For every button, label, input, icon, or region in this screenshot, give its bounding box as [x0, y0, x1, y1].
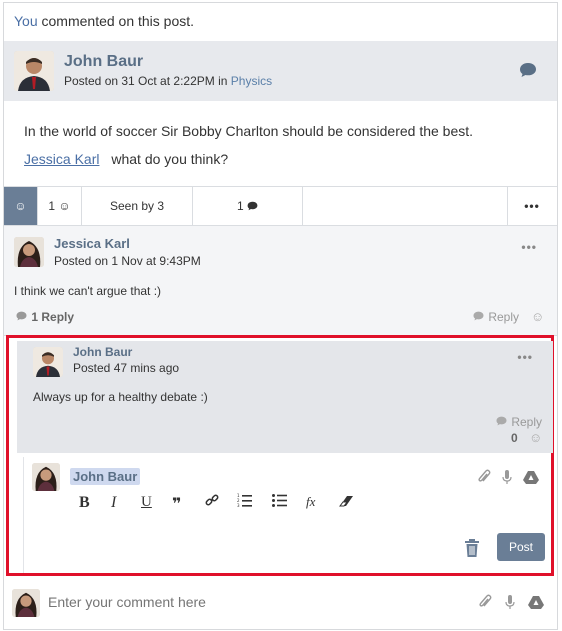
- post-header: John Baur Posted on 31 Oct at 2:22PM in …: [4, 41, 557, 101]
- link-icon: [205, 494, 219, 506]
- comment-john-reply: John Baur Posted 47 mins ago ••• Always …: [17, 341, 553, 453]
- post-timestamp: Posted on 31 Oct at 2:22PM: [64, 74, 215, 88]
- react-smile-icon[interactable]: ☺: [531, 309, 544, 324]
- reaction-count-value: 0: [511, 431, 518, 445]
- smile-icon: ☺: [14, 199, 27, 213]
- seen-by-label: Seen by 3: [109, 199, 165, 213]
- react-button[interactable]: ☺: [4, 187, 38, 225]
- quote-icon: ❞: [172, 496, 182, 513]
- reply-author-name[interactable]: John Baur: [73, 345, 132, 359]
- reply-button-2[interactable]: Reply: [495, 415, 542, 429]
- john-baur-avatar[interactable]: [14, 51, 54, 91]
- reply-more-button[interactable]: •••: [517, 350, 533, 364]
- post-actions-bar: ☺ 1 ☺ Seen by 3 1 •••: [4, 186, 557, 226]
- reply-count-label: Reply: [41, 310, 75, 324]
- eraser-icon: [339, 496, 353, 507]
- post-body-mention-line: Jessica Karl what do you think?: [24, 151, 228, 167]
- mention-link[interactable]: Jessica Karl: [24, 151, 99, 167]
- google-drive-icon[interactable]: [528, 595, 544, 609]
- reply-text: Always up for a healthy debate :): [33, 390, 208, 404]
- notice-text: commented on this post.: [37, 13, 195, 29]
- trash-icon: [465, 539, 479, 557]
- comments-count-button[interactable]: 1: [193, 187, 303, 225]
- unordered-list-button[interactable]: [272, 493, 287, 510]
- post-body-text: what do you think?: [111, 151, 229, 167]
- post-button[interactable]: Post: [497, 533, 545, 561]
- editor-mention-tag[interactable]: John Baur: [70, 468, 141, 485]
- comment-text: I think we can't argue that :): [14, 284, 162, 298]
- footer-attach-icons: [478, 594, 544, 610]
- activity-notice: You commented on this post.: [14, 13, 194, 29]
- actions-spacer: [303, 187, 508, 225]
- clear-format-button[interactable]: [338, 494, 354, 510]
- comment-more-button[interactable]: •••: [521, 240, 537, 254]
- post-meta-in: in: [214, 74, 231, 88]
- microphone-icon[interactable]: [504, 594, 516, 610]
- comments-count: 1: [236, 199, 244, 213]
- reply-icon: [473, 311, 484, 321]
- post-meta: Posted on 31 Oct at 2:22PM in Physics: [64, 74, 272, 88]
- comments-icon: [16, 311, 27, 321]
- current-user-avatar[interactable]: [32, 463, 60, 491]
- jessica-karl-avatar[interactable]: [14, 237, 44, 267]
- underline-button[interactable]: U: [141, 494, 152, 511]
- paperclip-icon[interactable]: [477, 469, 491, 485]
- post-author-name[interactable]: John Baur: [64, 53, 143, 71]
- reply-button[interactable]: Reply: [472, 310, 519, 324]
- reply-label: Reply: [488, 310, 520, 324]
- more-icon: •••: [524, 199, 540, 213]
- formula-button[interactable]: fx: [306, 494, 315, 510]
- bold-button[interactable]: B: [79, 494, 90, 512]
- link-button[interactable]: [205, 493, 219, 510]
- comment-icon: [247, 201, 258, 211]
- comment-timestamp: Posted on 1 Nov at 9:43PM: [54, 254, 201, 268]
- ordered-list-icon: 123: [237, 493, 252, 508]
- comment-bubble-icon[interactable]: [519, 62, 537, 83]
- react-smile-icon-2[interactable]: ☺: [529, 430, 542, 445]
- unordered-list-icon: [272, 494, 287, 507]
- delete-draft-button[interactable]: [464, 539, 480, 562]
- reply-count-button[interactable]: 1 Reply: [15, 310, 74, 324]
- reply-icon-2: [496, 416, 507, 426]
- john-baur-avatar-small[interactable]: [33, 347, 63, 377]
- paperclip-icon[interactable]: [478, 594, 492, 610]
- comment-jessica: Jessica Karl Posted on 1 Nov at 9:43PM •…: [4, 226, 557, 336]
- footer-user-avatar[interactable]: [12, 589, 40, 617]
- likes-count-button[interactable]: 1 ☺: [38, 187, 82, 225]
- ordered-list-button[interactable]: 123: [237, 493, 252, 510]
- likes-count: 1 ☺: [48, 199, 71, 213]
- google-drive-icon[interactable]: [523, 470, 539, 484]
- post-body: In the world of soccer Sir Bobby Charlto…: [24, 123, 474, 139]
- reply-count: 1: [31, 310, 39, 324]
- comment-author-name[interactable]: Jessica Karl: [54, 236, 130, 251]
- svg-text:3: 3: [237, 503, 240, 507]
- quote-button[interactable]: ❞: [172, 494, 181, 514]
- editor-attach-icons: [477, 469, 539, 485]
- notice-you: You: [14, 13, 38, 29]
- reply-timestamp: Posted 47 mins ago: [73, 361, 180, 375]
- post-category-link[interactable]: Physics: [231, 74, 272, 88]
- microphone-icon[interactable]: [501, 469, 513, 485]
- italic-button[interactable]: I: [111, 494, 116, 512]
- more-options-button[interactable]: •••: [508, 187, 556, 225]
- reply-label-2: Reply: [511, 415, 543, 429]
- seen-by-button[interactable]: Seen by 3: [82, 187, 193, 225]
- reaction-count: 0: [511, 431, 518, 445]
- reply-editor: John Baur B I U ❞ 123 fx Post: [23, 457, 549, 573]
- comment-input[interactable]: [48, 594, 348, 610]
